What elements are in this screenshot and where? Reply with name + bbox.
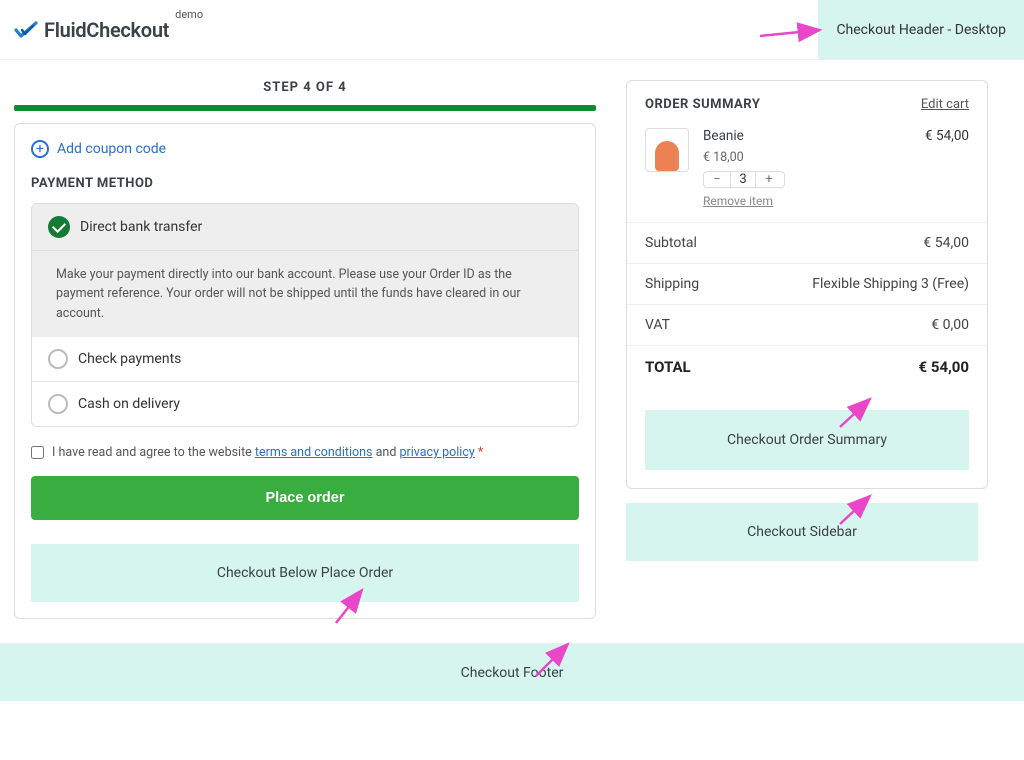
total-value: € 54,00: [919, 358, 969, 376]
qty-value: 3: [730, 172, 756, 187]
payment-method-heading: PAYMENT METHOD: [31, 176, 579, 191]
checkout-sidebar-widget-zone: Checkout Sidebar: [626, 503, 978, 561]
checkout-card: + Add coupon code PAYMENT METHOD Direct …: [14, 123, 596, 619]
checkout-footer-widget-zone: Checkout Footer: [0, 643, 1024, 701]
step-indicator: STEP 4 OF 4: [14, 80, 596, 111]
edit-cart-link[interactable]: Edit cart: [921, 97, 969, 112]
subtotal-value: € 54,00: [923, 235, 969, 251]
terms-line: I have read and agree to the website ter…: [31, 445, 579, 460]
order-summary-widget-zone: Checkout Order Summary: [645, 410, 969, 470]
total-label: TOTAL: [645, 358, 691, 376]
vat-label: VAT: [645, 317, 670, 333]
payment-method-list: Direct bank transfer Make your payment d…: [31, 203, 579, 427]
brand-name: FluidCheckout: [44, 18, 169, 42]
payment-option-bank[interactable]: Direct bank transfer: [32, 204, 578, 250]
plus-icon: +: [31, 140, 49, 158]
payment-option-cod[interactable]: Cash on delivery: [32, 381, 578, 426]
remove-item-link[interactable]: Remove item: [703, 194, 911, 208]
below-place-order-widget: Checkout Below Place Order: [31, 544, 579, 602]
subtotal-label: Subtotal: [645, 235, 697, 251]
brand-mark-icon: [14, 18, 38, 42]
product-thumbnail[interactable]: [645, 128, 689, 172]
vat-value: € 0,00: [931, 317, 969, 333]
cart-line-item: Beanie € 18,00 − 3 + Remove item € 54,00: [627, 124, 987, 222]
payment-option-check-label: Check payments: [78, 351, 181, 367]
order-summary-widget-label: Checkout Order Summary: [727, 432, 887, 448]
terms-prefix: I have read and agree to the website: [52, 445, 252, 460]
terms-sep: and: [376, 445, 397, 460]
below-place-order-label: Checkout Below Place Order: [217, 565, 393, 581]
subtotal-row: Subtotal € 54,00: [627, 222, 987, 263]
product-unit-price: € 18,00: [703, 150, 911, 165]
qty-increase-button[interactable]: +: [756, 172, 782, 187]
brand-tag: demo: [175, 8, 203, 21]
payment-bank-description: Make your payment directly into our bank…: [32, 250, 578, 337]
order-summary-title: ORDER SUMMARY: [645, 97, 760, 112]
checkout-footer-widget-label: Checkout Footer: [461, 665, 564, 681]
beanie-icon: [655, 141, 679, 171]
radio-unchecked-icon: [48, 394, 68, 414]
add-coupon-label: Add coupon code: [57, 141, 166, 157]
payment-option-cod-label: Cash on delivery: [78, 396, 180, 412]
shipping-label: Shipping: [645, 276, 699, 292]
add-coupon-link[interactable]: + Add coupon code: [31, 140, 579, 158]
terms-checkbox[interactable]: [31, 446, 44, 459]
required-asterisk: *: [478, 445, 483, 460]
step-label: STEP 4 OF 4: [14, 80, 596, 95]
shipping-row: Shipping Flexible Shipping 3 (Free): [627, 263, 987, 304]
vat-row: VAT € 0,00: [627, 304, 987, 345]
place-order-button[interactable]: Place order: [31, 476, 579, 520]
shipping-value: Flexible Shipping 3 (Free): [812, 276, 969, 292]
header-widget-label: Checkout Header - Desktop: [836, 22, 1006, 38]
grand-total-row: TOTAL € 54,00: [627, 345, 987, 388]
header-widget-zone: Checkout Header - Desktop: [818, 0, 1024, 59]
product-name: Beanie: [703, 128, 911, 144]
line-total: € 54,00: [925, 128, 969, 208]
radio-unchecked-icon: [48, 349, 68, 369]
payment-option-bank-label: Direct bank transfer: [80, 219, 202, 235]
check-circle-icon: [48, 216, 70, 238]
privacy-link[interactable]: privacy policy: [400, 445, 475, 460]
header: FluidCheckout demo Checkout Header - Des…: [0, 0, 1024, 60]
step-progress-bar: [14, 105, 596, 111]
order-summary-card: ORDER SUMMARY Edit cart Beanie € 18,00 −…: [626, 80, 988, 489]
checkout-sidebar-widget-label: Checkout Sidebar: [747, 524, 857, 540]
terms-link[interactable]: terms and conditions: [255, 445, 373, 460]
payment-option-check[interactable]: Check payments: [32, 337, 578, 381]
brand-logo[interactable]: FluidCheckout demo: [14, 18, 169, 42]
quantity-stepper: − 3 +: [703, 171, 785, 188]
qty-decrease-button[interactable]: −: [704, 172, 730, 187]
